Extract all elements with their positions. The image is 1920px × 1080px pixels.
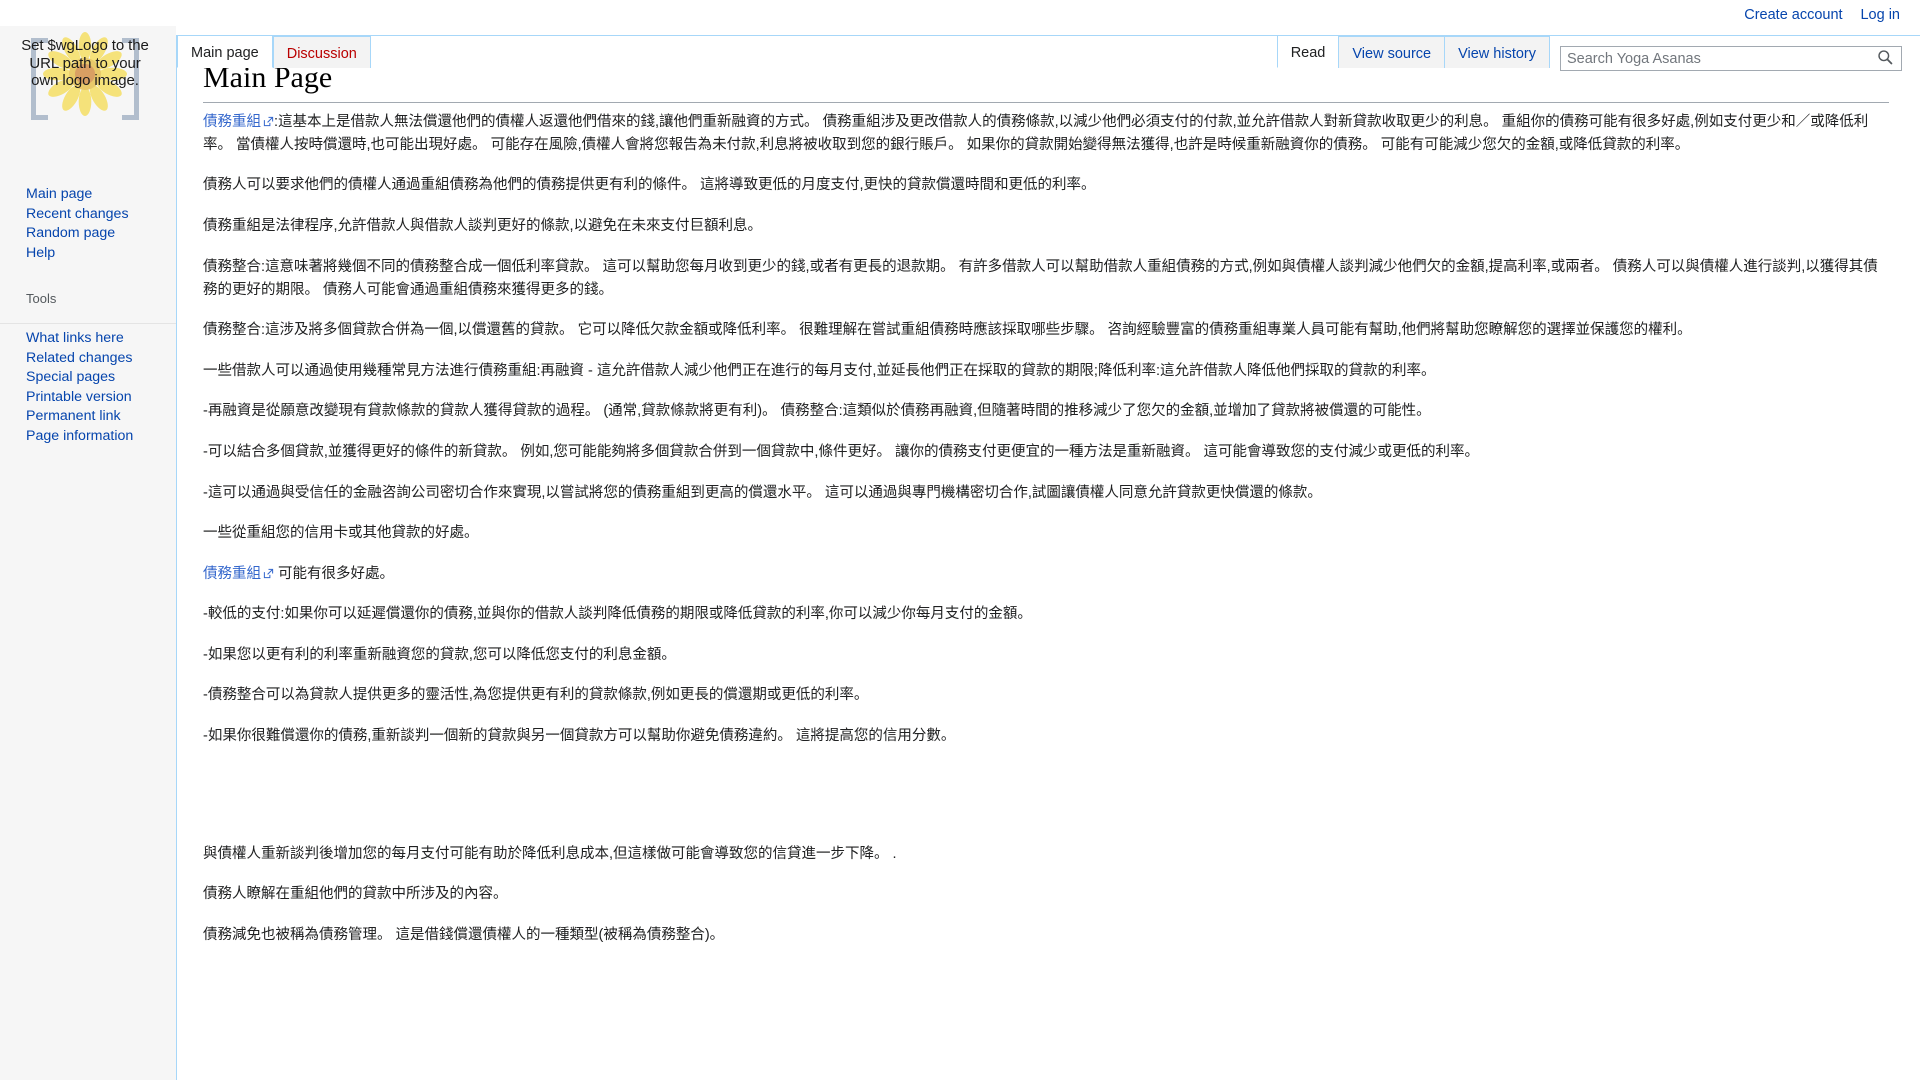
sidebar-item-what-links-here[interactable]: What links here [0, 329, 176, 349]
sidebar-link-main-page[interactable]: Main page [26, 186, 92, 202]
tab-main-page[interactable]: Main page [177, 35, 273, 68]
wiki-logo[interactable]: Set $wgLogo to the URL path to your own … [21, 18, 149, 128]
view-tabs: Read View source View history [1276, 35, 1550, 68]
content-box: Main Page 債務重組:這基本上是借款人無法償還他們的債權人返還他們借來的… [176, 35, 1920, 1080]
sidebar-link-related-changes[interactable]: Related changes [26, 350, 132, 366]
sidebar-item-special-pages[interactable]: Special pages [0, 368, 176, 388]
sidebar-navigation-body: Main page Recent changes Random page Hel… [0, 185, 176, 263]
tab-read-link[interactable]: Read [1278, 36, 1339, 63]
paragraph: -這可以通過與受信任的金融咨詢公司密切合作來實現,以嘗試將您的債務重組到更高的償… [203, 484, 1322, 501]
tab-view-source-link[interactable]: View source [1339, 37, 1444, 64]
tab-discussion[interactable]: Discussion [272, 36, 371, 68]
tab-view-history-link[interactable]: View history [1445, 37, 1549, 64]
paragraph: -較低的支付:如果你可以延遲償還你的債務,並與你的借款人談判降低債務的期限或降低… [203, 606, 1032, 623]
sidebar-item-printable-version[interactable]: Printable version [0, 388, 176, 408]
logo-placeholder-text: Set $wgLogo to the URL path to your own … [21, 37, 149, 90]
sidebar-link-recent-changes[interactable]: Recent changes [26, 206, 129, 222]
sidebar-link-help[interactable]: Help [26, 245, 55, 261]
sidebar-link-what-links-here[interactable]: What links here [26, 330, 124, 346]
sidebar-link-permanent-link[interactable]: Permanent link [26, 408, 121, 424]
paragraph: 債務人瞭解在重組他們的貸款中所涉及的內容。 [203, 886, 508, 903]
sidebar-item-random-page[interactable]: Random page [0, 224, 176, 244]
tab-discussion-link[interactable]: Discussion [274, 37, 370, 64]
paragraph: 債務減免也被稱為債務管理。 這是借錢償還債權人的一種類型(被稱為債務整合)。 [203, 926, 725, 943]
sidebar-panel: Set $wgLogo to the URL path to your own … [0, 0, 176, 1080]
personal-tools-list: Create account Log in [1730, 0, 1900, 26]
paragraph: 一些從重組您的信用卡或其他貸款的好處。 [203, 525, 479, 542]
sidebar-link-random-page[interactable]: Random page [26, 225, 115, 241]
article: Main Page 債務重組:這基本上是借款人無法償還他們的債權人返還他們借來的… [177, 36, 1920, 974]
create-account-link[interactable]: Create account [1744, 7, 1842, 23]
tab-view-source[interactable]: View source [1338, 36, 1445, 68]
personal-tools-bar: Create account Log in [0, 0, 1920, 26]
paragraph: -債務整合可以為貸款人提供更多的靈活性,為您提供更有利的貸款條款,例如更長的償還… [203, 687, 869, 704]
sidebar-tools-body: What links here Related changes Special … [0, 323, 176, 447]
personal-tool-item: Create account [1744, 0, 1842, 26]
sidebar-navigation-portlet: Main page Recent changes Random page Hel… [0, 185, 176, 263]
body-content: 債務重組:這基本上是借款人無法償還他們的債權人返還他們借來的錢,讓他們重新融資的… [203, 111, 1889, 947]
paragraph: 債務整合:這意味著將幾個不同的債務整合成一個低利率貸款。 這可以幫助您每月收到更… [203, 258, 1878, 298]
search-input-wrapper [1560, 46, 1902, 71]
personal-tool-item: Log in [1860, 0, 1900, 26]
search-input[interactable] [1561, 47, 1871, 70]
content-wrapper: Main Page 債務重組:這基本上是借款人無法償還他們的債權人返還他們借來的… [176, 0, 1920, 1080]
search-button[interactable] [1871, 48, 1899, 69]
external-link-icon [263, 568, 274, 578]
paragraph: -如果你很難償還你的債務,重新談判一個新的貸款與另一個貸款方可以幫助你避免債務違… [203, 728, 956, 745]
sidebar-item-page-information[interactable]: Page information [0, 427, 176, 447]
sidebar-tools-portlet: Tools What links here Related changes Sp… [0, 278, 176, 447]
search-area [1560, 46, 1902, 71]
sidebar-tools-list: What links here Related changes Special … [0, 329, 176, 447]
paragraph: -如果您以更有利的利率重新融資您的貸款,您可以降低您支付的利息金額。 [203, 646, 676, 663]
paragraph: 與債權人重新談判後增加您的每月支付可能有助於降低利息成本,但這樣做可能會導致您的… [203, 845, 897, 862]
sidebar-link-page-information[interactable]: Page information [26, 428, 133, 444]
sidebar-link-printable-version[interactable]: Printable version [26, 389, 132, 405]
search-icon [1877, 49, 1892, 64]
paragraph: 債務重組:這基本上是借款人無法償還他們的債權人返還他們借來的錢,讓他們重新融資的… [203, 111, 1889, 157]
sidebar-tools-heading: Tools [26, 291, 57, 306]
paragraph-text: 可能有很多好處。 [274, 565, 395, 582]
external-link-debt-restructuring[interactable]: 債務重組 [203, 114, 261, 130]
sidebar-item-related-changes[interactable]: Related changes [0, 349, 176, 369]
login-link[interactable]: Log in [1860, 7, 1900, 23]
paragraph: 債務人可以要求他們的債權人通過重組債務為他們的債務提供更有利的條件。 這將導致更… [203, 177, 1096, 194]
paragraph: 債務重組 可能有很多好處。 [203, 563, 1889, 586]
sidebar-item-permanent-link[interactable]: Permanent link [0, 407, 176, 427]
paragraph: -可以結合多個貸款,並獲得更好的條件的新貸款。 例如,您可能能夠將多個貸款合併到… [203, 444, 1479, 461]
sidebar-item-main-page[interactable]: Main page [0, 185, 176, 205]
sidebar-item-help[interactable]: Help [0, 244, 176, 264]
sidebar-link-special-pages[interactable]: Special pages [26, 369, 115, 385]
sidebar-item-recent-changes[interactable]: Recent changes [0, 205, 176, 225]
sidebar-navigation-list: Main page Recent changes Random page Hel… [0, 185, 176, 263]
view-tabs-list: Read View source View history [1276, 35, 1550, 68]
paragraph: 債務整合:這涉及將多個貸款合併為一個,以償還舊的貸款。 它可以降低欠款金額或降低… [203, 322, 1692, 339]
namespace-tabs-list: Main page Discussion [177, 35, 371, 68]
namespace-tabs: Main page Discussion [177, 35, 371, 68]
paragraph: 一些借款人可以通過使用幾種常見方法進行債務重組:再融資 - 這允許借款人減少他們… [203, 362, 1436, 379]
tab-read[interactable]: Read [1276, 35, 1339, 68]
external-link-icon [263, 116, 274, 126]
external-link-debt-restructuring-2[interactable]: 債務重組 [203, 566, 261, 582]
paragraph-text: :這基本上是借款人無法償還他們的債權人返還他們借來的錢,讓他們重新融資的方式。 … [203, 113, 1869, 153]
paragraph: -再融資是從願意改變現有貸款條款的貸款人獲得貸款的過程。 (通常,貸款條款將更有… [203, 403, 1431, 420]
tab-main-page-link[interactable]: Main page [178, 36, 272, 63]
paragraph: 債務重組是法律程序,允許借款人與借款人談判更好的條款,以避免在未來支付巨額利息。 [203, 217, 763, 234]
tab-view-history[interactable]: View history [1444, 36, 1550, 68]
